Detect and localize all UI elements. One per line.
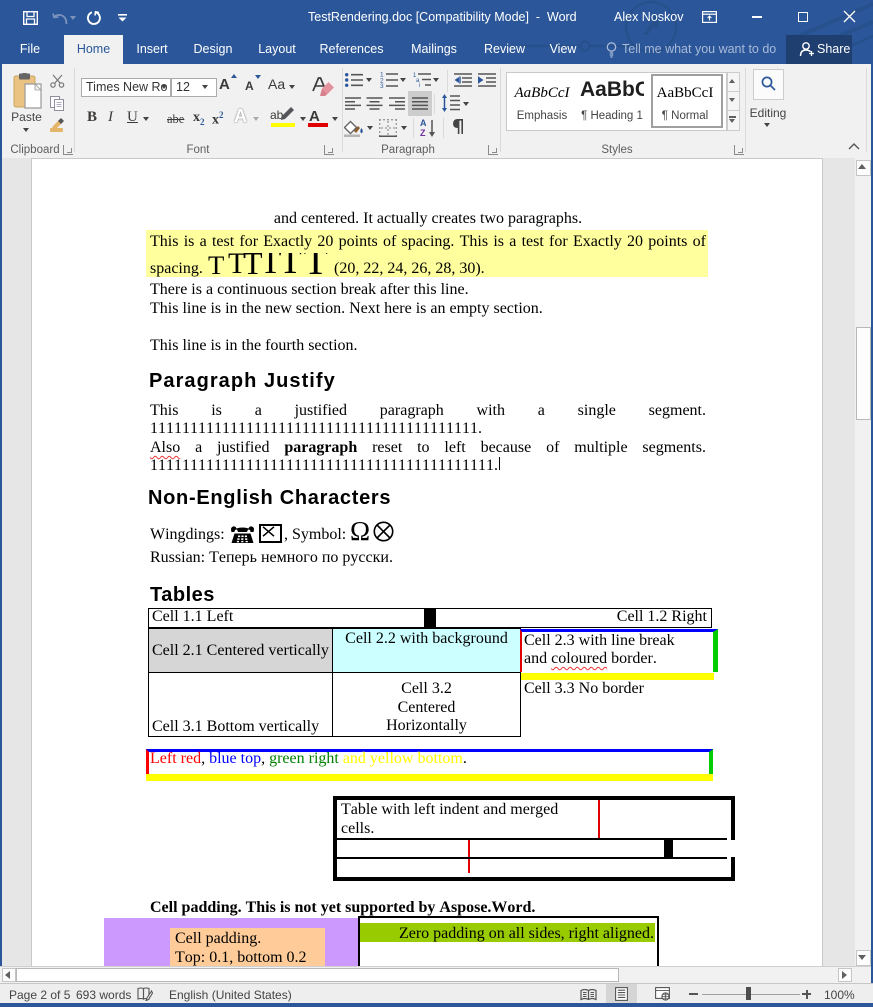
svg-text:Z: Z	[420, 128, 426, 137]
svg-text:3: 3	[380, 83, 384, 88]
svg-text:A: A	[420, 118, 427, 128]
svg-text:i: i	[419, 83, 420, 87]
